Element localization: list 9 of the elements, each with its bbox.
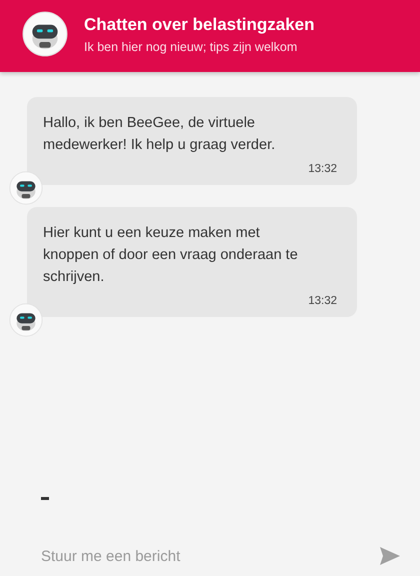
robot-avatar-icon [22,11,68,57]
message-time: 13:32 [308,163,337,175]
chat-title: Chatten over belastingzaken [84,14,315,34]
chat-subtitle: Ik ben hier nog nieuw; tips zijn welkom [84,40,298,54]
send-icon[interactable] [380,547,400,565]
message-time: 13:32 [308,295,337,307]
message-input[interactable]: Stuur me een bericht [41,548,380,564]
message-text: Hier kunt u een keuze maken met knoppen of door een vraag onderaan te schrijven. [43,224,299,287]
message-text: Hallo, ik ben BeeGee, de virtuele medewerker! Ik help u graag verder. [43,114,276,155]
